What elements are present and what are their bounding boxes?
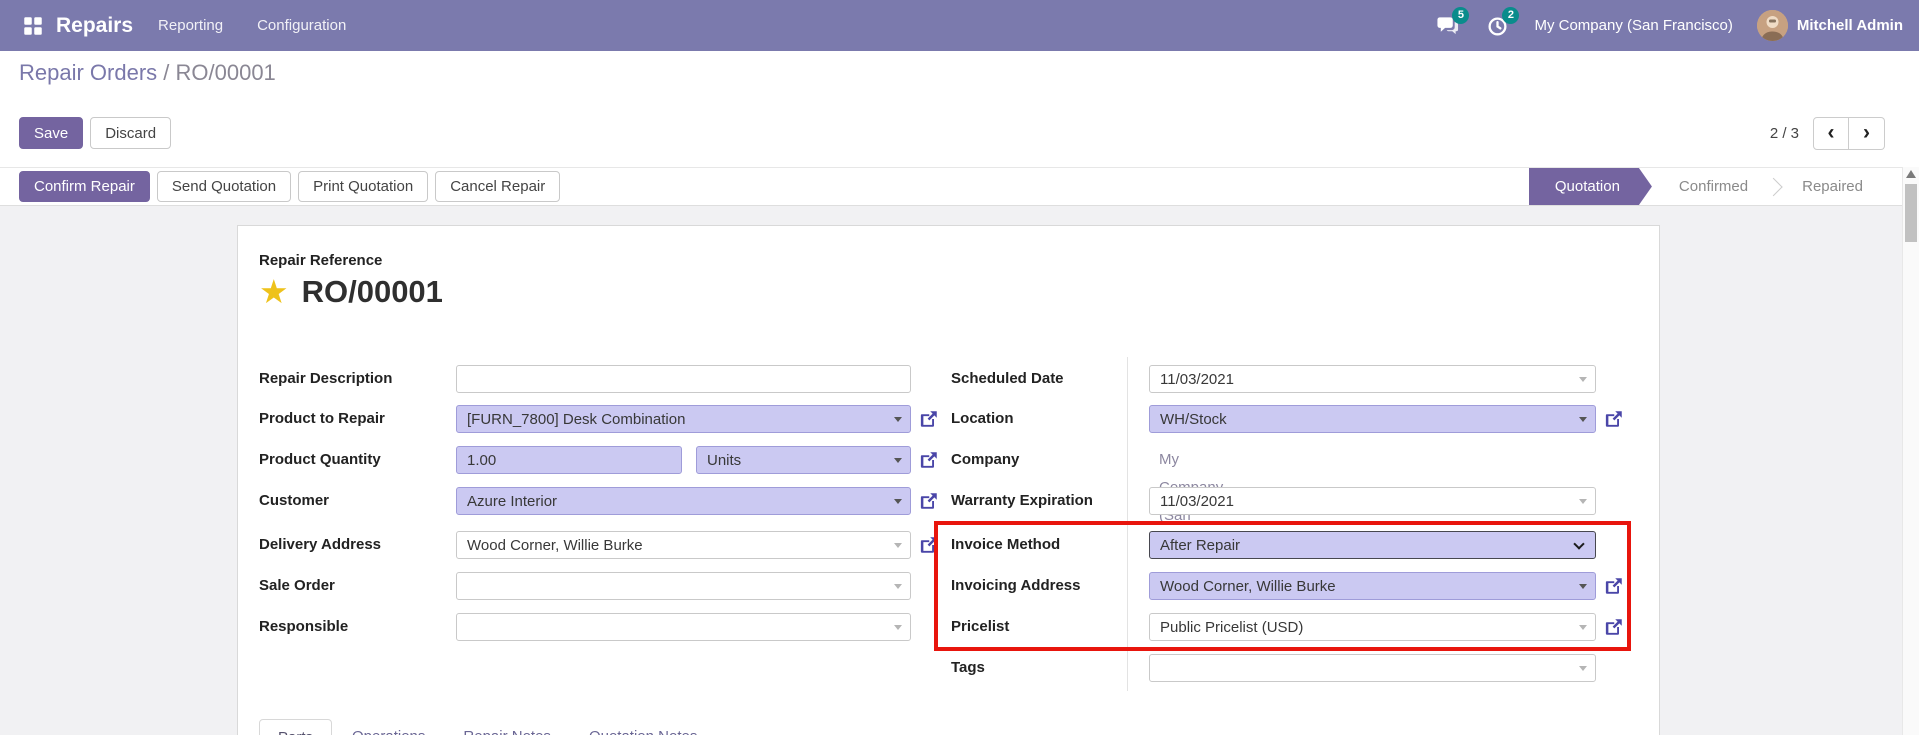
scheduled-date-input[interactable]: [1149, 365, 1596, 393]
pricelist-input[interactable]: [1149, 613, 1596, 641]
statusbar: Confirm Repair Send Quotation Print Quot…: [0, 167, 1902, 206]
messages-count-badge: 5: [1452, 6, 1470, 24]
scheduled-date-label: Scheduled Date: [951, 370, 1064, 387]
breadcrumb-separator: /: [157, 60, 176, 85]
customer-external-link-icon[interactable]: [919, 491, 939, 511]
dropdown-arrow-icon[interactable]: [1579, 417, 1587, 422]
user-avatar: [1756, 10, 1788, 41]
customer-input[interactable]: [456, 487, 911, 515]
vertical-scrollbar[interactable]: [1902, 167, 1919, 735]
delivery-address-label: Delivery Address: [259, 536, 382, 553]
product-to-repair-label: Product to Repair: [259, 410, 385, 427]
location-external-link-icon[interactable]: [1604, 409, 1624, 429]
state-repaired[interactable]: Repaired: [1775, 168, 1890, 205]
app-name[interactable]: Repairs: [56, 14, 133, 38]
dropdown-arrow-icon[interactable]: [1579, 625, 1587, 630]
tab-parts[interactable]: Parts: [259, 719, 333, 735]
pricelist-label: Pricelist: [951, 618, 1010, 635]
scrollbar-thumb[interactable]: [1905, 184, 1917, 242]
save-button[interactable]: Save: [19, 117, 84, 149]
dropdown-arrow-icon[interactable]: [894, 543, 902, 548]
discard-button[interactable]: Discard: [90, 117, 172, 149]
invoicing-address-label: Invoicing Address: [951, 577, 1081, 594]
form-view-background: Repair Reference ★ RO/00001 Repair Descr…: [0, 206, 1902, 735]
pager-next-button[interactable]: ›: [1849, 117, 1885, 150]
invoice-method-value: After Repair: [1160, 536, 1241, 554]
top-navbar: Repairs Reporting Configuration 5 2 My C…: [0, 0, 1919, 51]
delivery-address-input[interactable]: [456, 531, 911, 559]
pager-counter: 2 / 3: [1769, 125, 1799, 142]
product-to-repair-input[interactable]: [456, 405, 911, 433]
dropdown-arrow-icon[interactable]: [894, 417, 902, 422]
pricelist-external-link-icon[interactable]: [1604, 617, 1624, 637]
company-label: Company: [951, 451, 1020, 468]
activities-icon[interactable]: 2: [1484, 6, 1520, 39]
dropdown-arrow-icon[interactable]: [894, 458, 902, 463]
product-quantity-label: Product Quantity: [259, 451, 381, 468]
record-title: RO/00001: [301, 274, 443, 309]
user-name: Mitchell Admin: [1796, 17, 1903, 34]
repair-description-label: Repair Description: [259, 370, 393, 387]
notebook-tabs: Parts Operations Repair Notes Quotation …: [259, 719, 715, 735]
confirm-repair-button[interactable]: Confirm Repair: [19, 171, 150, 202]
tab-repair-notes[interactable]: Repair Notes: [445, 719, 569, 735]
form-sheet: Repair Reference ★ RO/00001 Repair Descr…: [237, 225, 1660, 735]
responsible-label: Responsible: [259, 618, 349, 635]
delivery-address-external-link-icon[interactable]: [919, 535, 939, 555]
tags-input[interactable]: [1149, 654, 1596, 682]
invoicing-address-external-link-icon[interactable]: [1604, 576, 1624, 596]
sale-order-input[interactable]: [456, 572, 911, 600]
responsible-input[interactable]: [456, 613, 911, 641]
state-pipeline: Quotation Confirmed Repaired: [1529, 168, 1890, 205]
location-label: Location: [951, 410, 1014, 427]
repair-description-input[interactable]: [456, 365, 911, 393]
dropdown-arrow-icon[interactable]: [1579, 499, 1587, 504]
user-menu[interactable]: Mitchell Admin: [1756, 10, 1903, 41]
state-quotation[interactable]: Quotation: [1529, 168, 1652, 205]
sale-order-label: Sale Order: [259, 577, 335, 594]
invoicing-address-input[interactable]: [1149, 572, 1596, 600]
breadcrumb-current: RO/00001: [175, 60, 276, 85]
dropdown-arrow-icon[interactable]: [894, 499, 902, 504]
location-input[interactable]: [1149, 405, 1596, 433]
dropdown-arrow-icon[interactable]: [894, 584, 902, 589]
dropdown-arrow-icon[interactable]: [1579, 666, 1587, 671]
favorite-star-icon[interactable]: ★: [259, 274, 289, 310]
pager-previous-button[interactable]: ‹: [1813, 117, 1849, 150]
reference-field-label: Repair Reference: [259, 252, 383, 269]
breadcrumb: Repair Orders / RO/00001: [19, 60, 276, 86]
uom-input[interactable]: [696, 446, 911, 474]
activities-count-badge: 2: [1502, 6, 1520, 24]
state-confirmed[interactable]: Confirmed: [1652, 168, 1775, 205]
dropdown-arrow-icon[interactable]: [1579, 584, 1587, 589]
invoice-method-label: Invoice Method: [951, 536, 1061, 553]
product-external-link-icon[interactable]: [919, 409, 939, 429]
breadcrumb-parent-link[interactable]: Repair Orders: [19, 60, 157, 85]
cancel-repair-button[interactable]: Cancel Repair: [435, 171, 561, 202]
dropdown-arrow-icon[interactable]: [894, 625, 902, 630]
company-switcher[interactable]: My Company (San Francisco): [1534, 17, 1732, 34]
invoice-method-select[interactable]: After Repair: [1149, 531, 1596, 559]
tab-quotation-notes[interactable]: Quotation Notes: [571, 719, 715, 735]
apps-menu-icon[interactable]: [16, 9, 50, 43]
send-quotation-button[interactable]: Send Quotation: [156, 171, 292, 202]
messages-icon[interactable]: 5: [1434, 6, 1470, 39]
warranty-expiration-input[interactable]: [1149, 487, 1596, 515]
scrollbar-up-arrow[interactable]: [1906, 170, 1916, 178]
warranty-expiration-label: Warranty Expiration: [951, 492, 1093, 509]
customer-label: Customer: [259, 492, 330, 509]
select-chevron-icon: [1573, 538, 1585, 550]
uom-external-link-icon[interactable]: [919, 450, 939, 470]
menu-reporting[interactable]: Reporting: [141, 0, 240, 51]
print-quotation-button[interactable]: Print Quotation: [298, 171, 429, 202]
menu-configuration[interactable]: Configuration: [240, 0, 363, 51]
column-divider: [1127, 357, 1128, 691]
record-actions: Save Discard: [19, 117, 172, 149]
dropdown-arrow-icon[interactable]: [1579, 377, 1587, 382]
tab-operations[interactable]: Operations: [334, 719, 443, 735]
record-pager: 2 / 3 ‹ ›: [1770, 117, 1885, 150]
product-quantity-input[interactable]: [456, 446, 682, 474]
tags-label: Tags: [951, 659, 985, 676]
